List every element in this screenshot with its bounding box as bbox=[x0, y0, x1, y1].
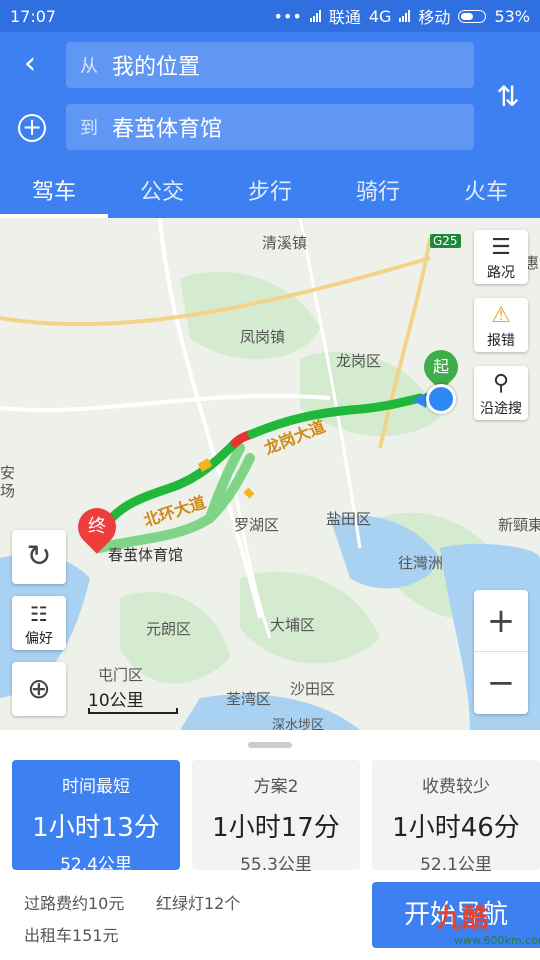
to-value: 春茧体育馆 bbox=[112, 117, 223, 142]
map-label: 场 bbox=[0, 482, 16, 500]
search-along-label: 沿途搜 bbox=[480, 401, 522, 417]
notification-dots: ••• bbox=[273, 6, 302, 26]
plan-card-2[interactable]: 方案2 1小时17分 55.3公里 bbox=[192, 760, 360, 875]
toll-info: 过路费约10元 bbox=[24, 894, 125, 913]
route-header: ‹ + 从 我的位置 到 春茧体育馆 ⇅ 驾车 公交 步行 骑行 火车 bbox=[0, 32, 540, 218]
plan-tag: 时间最短 bbox=[62, 777, 130, 797]
watermark-text: 九酷 bbox=[436, 904, 489, 934]
map-label: 新頸東 bbox=[498, 516, 540, 534]
zoom-out-button[interactable]: − bbox=[474, 652, 528, 714]
map-label: 大埔区 bbox=[270, 616, 316, 634]
carrier-2: 移动 bbox=[418, 8, 451, 27]
plan-duration: 1小时13分 bbox=[32, 813, 160, 843]
from-prefix: 从 bbox=[80, 56, 98, 77]
my-location-dot bbox=[426, 384, 456, 414]
search-along-button[interactable]: ⚲ 沿途搜 bbox=[474, 366, 528, 420]
zoom-in-button[interactable]: + bbox=[474, 590, 528, 652]
network-type: 4G bbox=[368, 6, 392, 26]
carrier-1: 联通 bbox=[328, 8, 361, 27]
watermark-logo: 九酷 www.600km.com bbox=[414, 894, 540, 950]
map-label: 元朗区 bbox=[146, 620, 192, 638]
preference-label: 偏好 bbox=[25, 631, 53, 647]
back-icon[interactable]: ‹ bbox=[14, 48, 46, 80]
map-view[interactable]: G25 清溪镇 凤岗镇 龙岗区 罗湖区 盐田区 元朗区 大埔区 屯门区 沙田区 … bbox=[0, 218, 540, 730]
preference-button[interactable]: ☷ 偏好 bbox=[12, 596, 66, 650]
tab-bike[interactable]: 骑行 bbox=[324, 172, 432, 218]
signal-icon-2 bbox=[399, 10, 411, 22]
zoom-control: + − bbox=[474, 590, 528, 714]
signal-icon bbox=[309, 10, 321, 22]
warning-icon: ⚠ bbox=[491, 303, 511, 328]
plan-distance: 52.1公里 bbox=[420, 855, 492, 875]
start-marker-label: 起 bbox=[432, 357, 449, 376]
tab-train[interactable]: 火车 bbox=[432, 172, 540, 218]
map-label: 深水埗区 bbox=[272, 718, 325, 730]
end-marker-label: 终 bbox=[88, 516, 106, 537]
tab-walk[interactable]: 步行 bbox=[216, 172, 324, 218]
map-label: 盐田区 bbox=[326, 510, 372, 528]
status-bar: 17:07 ••• 联通 4G 移动 53% bbox=[0, 0, 540, 32]
plan-duration: 1小时17分 bbox=[212, 813, 340, 843]
refresh-icon[interactable]: ↻ bbox=[12, 530, 66, 584]
plan-tag: 方案2 bbox=[253, 777, 299, 797]
map-label: 沙田区 bbox=[290, 680, 336, 698]
plan-distance: 52.4公里 bbox=[60, 855, 132, 875]
from-field[interactable]: 从 我的位置 bbox=[66, 42, 474, 88]
route-sheet: 时间最短 1小时13分 52.4公里 方案2 1小时17分 55.3公里 收费较… bbox=[0, 730, 540, 960]
tab-bus[interactable]: 公交 bbox=[108, 172, 216, 218]
battery-percent: 53% bbox=[494, 6, 530, 26]
scale-bar bbox=[88, 708, 178, 714]
status-time: 17:07 bbox=[10, 6, 57, 26]
plan-distance: 55.3公里 bbox=[240, 855, 312, 875]
map-label: 清溪镇 bbox=[262, 234, 308, 252]
report-label: 报错 bbox=[487, 333, 515, 349]
map-label: 往灣洲 bbox=[398, 554, 444, 572]
plan-duration: 1小时46分 bbox=[392, 813, 520, 843]
battery-icon bbox=[458, 9, 487, 23]
locate-icon[interactable]: ⊕ bbox=[12, 662, 66, 716]
tab-drive[interactable]: 驾车 bbox=[0, 172, 108, 218]
plan-card-fastest[interactable]: 时间最短 1小时13分 52.4公里 bbox=[12, 760, 180, 875]
report-button[interactable]: ⚠ 报错 bbox=[474, 298, 528, 352]
traffic-lights-info: 红绿灯12个 bbox=[156, 894, 241, 913]
mode-tabs: 驾车 公交 步行 骑行 火车 bbox=[0, 172, 540, 218]
taxi-info: 出租车151元 bbox=[24, 926, 119, 945]
sheet-handle[interactable] bbox=[248, 742, 292, 748]
map-label: 荃湾区 bbox=[226, 690, 272, 708]
destination-label: 春茧体育馆 bbox=[108, 546, 184, 564]
search-icon: ⚲ bbox=[492, 371, 510, 396]
to-field[interactable]: 到 春茧体育馆 bbox=[66, 104, 474, 150]
map-label: 屯门区 bbox=[98, 666, 144, 684]
swap-icon[interactable]: ⇅ bbox=[492, 80, 524, 116]
plan-tag: 收费较少 bbox=[422, 777, 490, 797]
map-base bbox=[0, 218, 540, 730]
traffic-icon: ☰ bbox=[491, 235, 511, 260]
map-label: 凤岗镇 bbox=[240, 328, 286, 346]
highway-shield: G25 bbox=[430, 234, 461, 248]
watermark-url: www.600km.com bbox=[454, 934, 540, 947]
map-label: 罗湖区 bbox=[234, 516, 280, 534]
traffic-label: 路况 bbox=[487, 265, 515, 281]
from-value: 我的位置 bbox=[112, 55, 201, 80]
add-waypoint-icon[interactable]: + bbox=[18, 114, 46, 142]
map-label: 龙岗区 bbox=[336, 352, 382, 370]
sliders-icon: ☷ bbox=[30, 602, 48, 626]
plan-card-cheap[interactable]: 收费较少 1小时46分 52.1公里 bbox=[372, 760, 540, 875]
to-prefix: 到 bbox=[80, 118, 98, 139]
status-indicators: ••• 联通 4G 移动 53% bbox=[274, 4, 530, 28]
traffic-button[interactable]: ☰ 路况 bbox=[474, 230, 528, 284]
